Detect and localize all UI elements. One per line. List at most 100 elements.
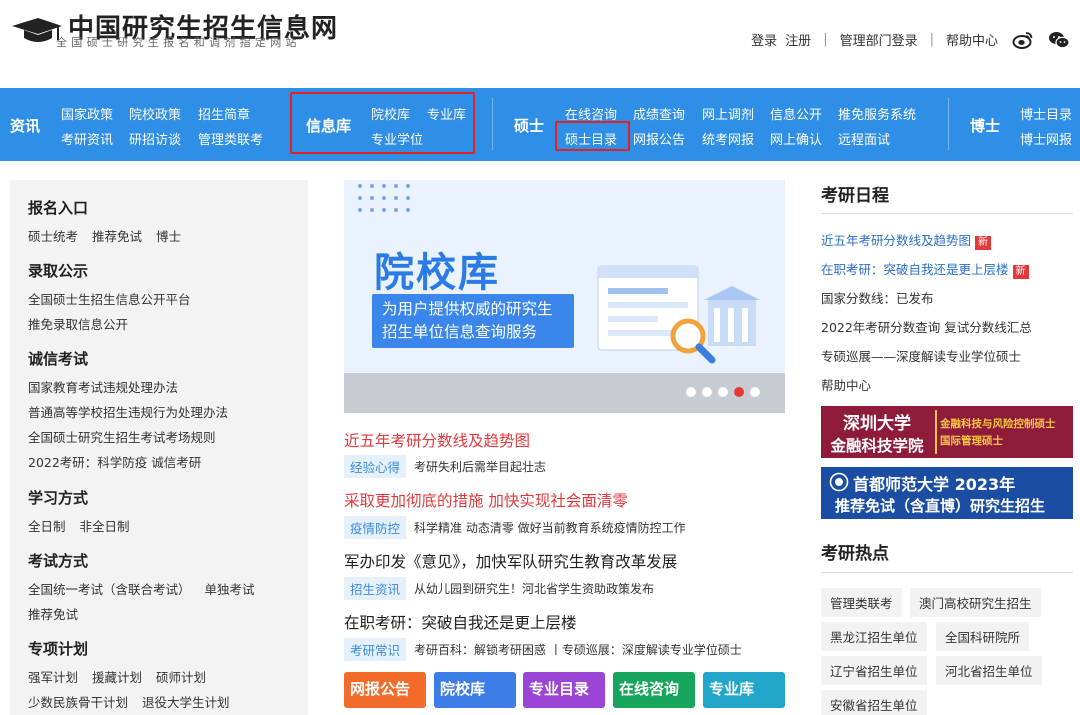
news-subline: 经验心得 考研失利后需举目起壮志 <box>344 455 546 478</box>
sidebar-link[interactable]: 全国硕士生招生信息公开平台 <box>28 292 191 307</box>
banner-title: 院校库 <box>374 250 500 296</box>
sidebar-link[interactable]: 推免录取信息公开 <box>28 317 128 332</box>
news-subline: 疫情防控 科学精准 动态清零 做好当前教育系统疫情防控工作 <box>344 516 686 539</box>
carousel-dot[interactable] <box>750 387 760 397</box>
nav-link[interactable]: 博士网报 <box>1020 129 1072 148</box>
login-link[interactable]: 登录 <box>751 30 777 49</box>
hot-topic-chip[interactable]: 黑龙江招生单位 <box>821 622 927 651</box>
news-subline: 招生资讯 从幼儿园到研究生！河北省学生资助政策发布 <box>344 577 654 600</box>
sidebar-link[interactable]: 单独考试 <box>205 582 255 597</box>
nav-link[interactable]: 考研资讯 <box>61 129 113 148</box>
news-tag[interactable]: 经验心得 <box>344 455 407 478</box>
schedule-item[interactable]: 国家分数线：已发布 <box>821 288 934 307</box>
nav-link-shuoshimulu[interactable]: 硕士目录 <box>565 129 617 148</box>
help-center-link[interactable]: 帮助中心 <box>946 30 998 49</box>
schedule-item-text: 2022年考研分数查询 复试分数线汇总 <box>821 320 1032 335</box>
sidebar-link[interactable]: 强军计划 <box>28 670 78 685</box>
news-tag[interactable]: 招生资讯 <box>344 577 407 600</box>
graduation-cap-icon <box>12 18 62 42</box>
wechat-icon[interactable] <box>1048 31 1070 49</box>
sidebar-link[interactable]: 非全日制 <box>80 519 130 534</box>
schedule-item-text: 帮助中心 <box>821 378 872 393</box>
sidebar-link[interactable]: 国家教育考试违规处理办法 <box>28 380 178 395</box>
ad-text: 深圳大学 <box>843 414 911 434</box>
quick-link-zhuanyemulu[interactable]: 专业目录 <box>523 672 605 708</box>
ad-cnu-banner[interactable]: 首都师范大学 2023年 推荐免试（含直博）研究生招生 <box>821 467 1073 519</box>
news-tag[interactable]: 考研常识 <box>344 638 407 661</box>
nav-xinxiku-title[interactable]: 信息库 <box>306 115 351 136</box>
quick-link-wangbaogonggao[interactable]: 网报公告 <box>344 672 426 708</box>
nav-link[interactable]: 远程面试 <box>838 129 890 148</box>
nav-link[interactable]: 网报公告 <box>633 129 685 148</box>
nav-link[interactable]: 推免服务系统 <box>838 104 916 123</box>
sidebar-link[interactable]: 推荐免试 <box>92 229 142 244</box>
carousel-dot[interactable] <box>702 387 712 397</box>
nav-link-yuanxiaoku[interactable]: 院校库 <box>371 104 410 123</box>
nav-link-zhuanyeku[interactable]: 专业库 <box>427 104 466 123</box>
admin-login-link[interactable]: 管理部门登录 <box>840 30 918 49</box>
sidebar-line: 全日制 非全日制 <box>28 516 144 535</box>
nav-zixun-title[interactable]: 资讯 <box>10 115 40 136</box>
news-headline[interactable]: 近五年考研分数线及趋势图 <box>344 429 530 451</box>
sidebar-link[interactable]: 全日制 <box>28 519 66 534</box>
sidebar-link[interactable]: 全国统一考试（含联合考试） <box>28 582 191 597</box>
hot-topic-chip[interactable]: 全国科研院所 <box>936 622 1030 651</box>
sidebar-link[interactable]: 全国硕士研究生招生考试考场规则 <box>28 430 216 445</box>
sidebar-link[interactable]: 硕士统考 <box>28 229 78 244</box>
nav-link[interactable]: 招生简章 <box>198 104 250 123</box>
nav-link[interactable]: 国家政策 <box>61 104 113 123</box>
nav-link[interactable]: 管理类联考 <box>198 129 263 148</box>
sidebar-link[interactable]: 博士 <box>156 229 181 244</box>
carousel-dot-active[interactable] <box>734 387 744 397</box>
nav-link[interactable]: 博士目录 <box>1020 104 1072 123</box>
sidebar-link[interactable]: 普通高等学校招生违规行为处理办法 <box>28 405 228 420</box>
news-headline[interactable]: 采取更加彻底的措施 加快实现社会面清零 <box>344 489 628 511</box>
hot-topic-chip[interactable]: 安徽省招生单位 <box>821 690 927 715</box>
nav-link[interactable]: 研招访谈 <box>129 129 181 148</box>
nav-boshi-title[interactable]: 博士 <box>970 115 1000 136</box>
hot-topic-chip[interactable]: 河北省招生单位 <box>936 656 1042 685</box>
hot-topic-chip[interactable]: 辽宁省招生单位 <box>821 656 927 685</box>
quick-link-zhuanyeku[interactable]: 专业库 <box>703 672 785 708</box>
register-link[interactable]: 注册 <box>785 30 811 49</box>
news-desc[interactable]: 从幼儿园到研究生！河北省学生资助政策发布 <box>414 580 654 597</box>
sidebar-link[interactable]: 援藏计划 <box>92 670 142 685</box>
news-headline[interactable]: 在职考研：突破自我还是更上层楼 <box>344 611 577 633</box>
schedule-item[interactable]: 在职考研：突破自我还是更上层楼新 <box>821 259 1029 279</box>
nav-link[interactable]: 网上确认 <box>770 129 822 148</box>
schedule-item[interactable]: 近五年考研分数线及趋势图新 <box>821 230 992 250</box>
nav-link-zhuanyexuewei[interactable]: 专业学位 <box>371 129 423 148</box>
quick-link-yuanxiaoku[interactable]: 院校库 <box>434 672 516 708</box>
hot-topic-chip[interactable]: 澳门高校研究生招生 <box>910 588 1041 617</box>
ad-szu-banner[interactable]: 深圳大学 金融科技学院 金融科技与风险控制硕士 国际管理硕士 <box>821 406 1073 458</box>
carousel-dot[interactable] <box>686 387 696 397</box>
section-title: 诚信考试 <box>28 350 89 368</box>
sidebar-line: 全国统一考试（含联合考试） 单独考试 <box>28 579 269 598</box>
nav-link[interactable]: 成绩查询 <box>633 104 685 123</box>
sidebar-line: 2022考研：科学防疫 诚信考研 <box>28 452 215 471</box>
nav-link[interactable]: 统考网报 <box>702 129 754 148</box>
sidebar-link[interactable]: 推荐免试 <box>28 607 78 622</box>
carousel-dot[interactable] <box>718 387 728 397</box>
news-desc[interactable]: 考研百科：解锁考研困惑 丨专硕巡展：深度解读专业学位硕士 <box>414 641 742 658</box>
hot-topic-chip[interactable]: 管理类联考 <box>821 588 902 617</box>
weibo-icon[interactable] <box>1012 31 1034 49</box>
schedule-item[interactable]: 帮助中心 <box>821 375 871 394</box>
schedule-item[interactable]: 专硕巡展——深度解读专业学位硕士 <box>821 346 1021 365</box>
sidebar-link[interactable]: 硕师计划 <box>156 670 206 685</box>
schedule-item[interactable]: 2022年考研分数查询 复试分数线汇总 <box>821 317 1032 336</box>
sidebar-link[interactable]: 2022考研：科学防疫 诚信考研 <box>28 455 201 470</box>
news-desc[interactable]: 考研失利后需举目起壮志 <box>414 458 546 475</box>
sidebar-link[interactable]: 少数民族骨干计划 <box>28 695 128 710</box>
news-desc[interactable]: 科学精准 动态清零 做好当前教育系统疫情防控工作 <box>414 519 686 536</box>
nav-link[interactable]: 网上调剂 <box>702 104 754 123</box>
sidebar-line: 强军计划 援藏计划 硕师计划 <box>28 667 220 686</box>
nav-link[interactable]: 院校政策 <box>129 104 181 123</box>
news-headline[interactable]: 军办印发《意见》，加快军队研究生教育改革发展 <box>344 550 677 572</box>
news-tag[interactable]: 疫情防控 <box>344 516 407 539</box>
nav-shuoshi-title[interactable]: 硕士 <box>514 115 544 136</box>
quick-link-zaixianzixun[interactable]: 在线咨询 <box>613 672 695 708</box>
nav-link[interactable]: 信息公开 <box>770 104 822 123</box>
sidebar-link[interactable]: 退役大学生计划 <box>142 695 230 710</box>
hero-banner[interactable]: 院校库 为用户提供权威的研究生 招生单位信息查询服务 <box>344 180 785 413</box>
